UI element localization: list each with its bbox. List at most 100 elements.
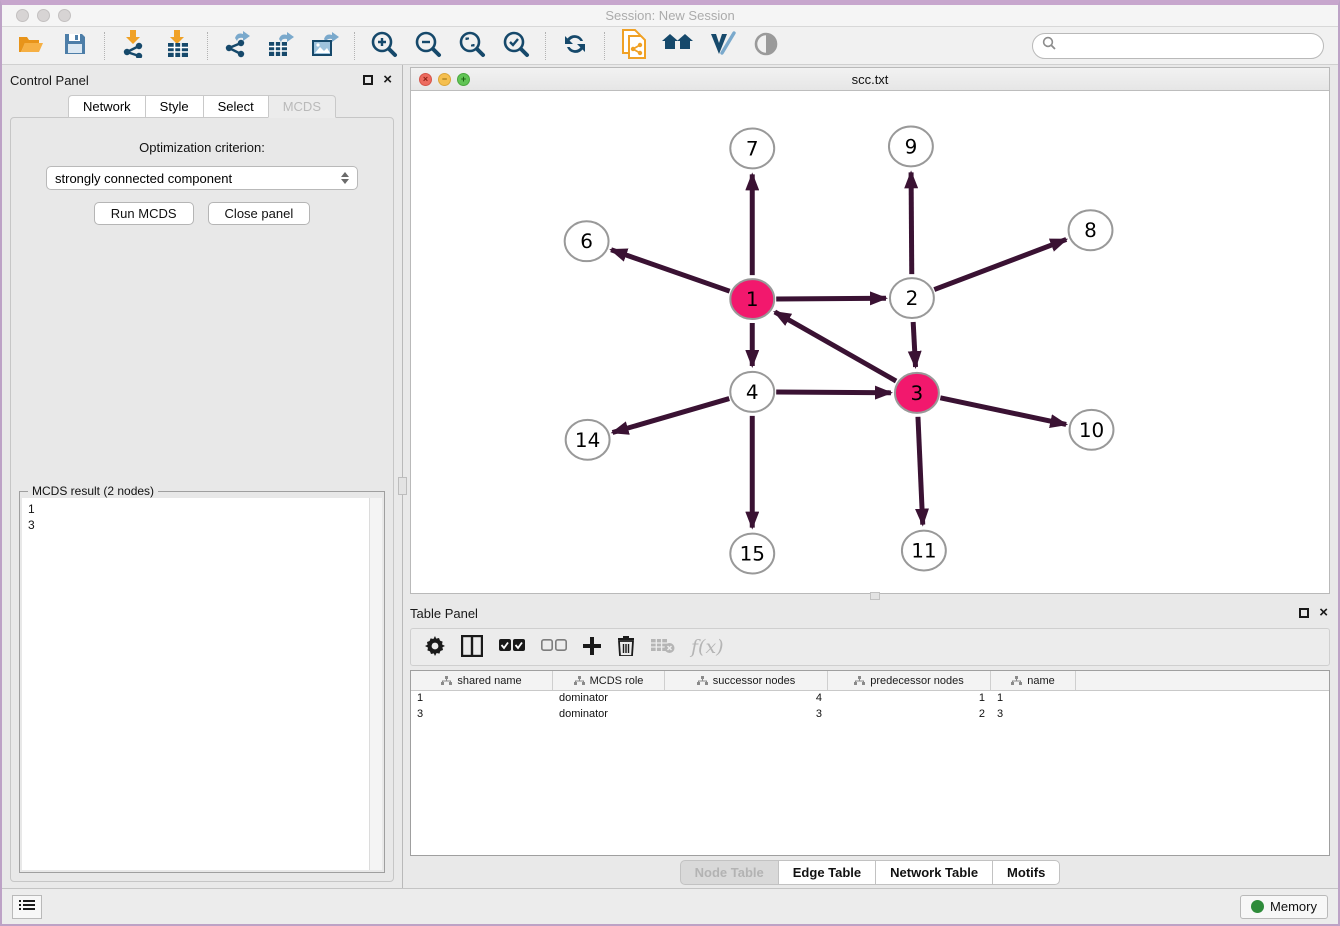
zoom-selected-button[interactable]	[497, 30, 535, 62]
import-table-button[interactable]	[159, 30, 197, 62]
clone-network-button[interactable]	[615, 30, 653, 62]
zoom-out-button[interactable]	[409, 30, 447, 62]
network-title: scc.txt	[411, 72, 1329, 87]
close-panel-icon[interactable]: ×	[383, 75, 392, 85]
export-image-button[interactable]	[306, 30, 344, 62]
tab-motifs[interactable]: Motifs	[992, 860, 1060, 885]
close-table-panel-icon[interactable]: ×	[1319, 608, 1328, 618]
float-panel-icon[interactable]	[363, 75, 373, 85]
table-cell[interactable]: 2	[828, 707, 991, 723]
import-network-button[interactable]	[115, 30, 153, 62]
graph-edge-4-3[interactable]	[776, 392, 891, 393]
search-box[interactable]	[1032, 33, 1324, 59]
toolbar-separator	[354, 32, 355, 60]
search-input[interactable]	[1062, 39, 1314, 53]
save-session-button[interactable]	[56, 30, 94, 62]
column-header-predecessor-nodes[interactable]: predecessor nodes	[828, 671, 991, 690]
graph-edge-1-6[interactable]	[611, 250, 730, 291]
table-cell[interactable]: 4	[665, 691, 828, 707]
graphics-details-button[interactable]	[703, 30, 741, 62]
table-cell[interactable]: dominator	[553, 707, 665, 723]
graph-node-label-9: 9	[905, 134, 918, 158]
mcds-result-list[interactable]: 1 3	[22, 498, 369, 870]
tab-network[interactable]: Network	[68, 95, 145, 118]
add-column-button[interactable]	[583, 637, 601, 658]
graph-edge-2-3[interactable]	[913, 322, 915, 367]
graph-edge-3-10[interactable]	[940, 398, 1066, 425]
columns-icon	[461, 635, 483, 660]
graph-node-label-14: 14	[575, 428, 600, 452]
task-history-button[interactable]	[12, 895, 42, 919]
delete-column-button[interactable]	[617, 636, 635, 659]
mcds-result-group: MCDS result (2 nodes) 1 3	[19, 491, 385, 873]
zoom-selected-icon	[502, 30, 530, 61]
tab-style[interactable]: Style	[145, 95, 203, 118]
function-builder-button[interactable]: f(x)	[691, 636, 724, 658]
import-network-icon	[121, 30, 147, 61]
node-table[interactable]: shared nameMCDS rolesuccessor nodesprede…	[410, 670, 1330, 856]
table-cell[interactable]: 3	[991, 707, 1076, 723]
zoom-fit-button[interactable]	[453, 30, 491, 62]
memory-button[interactable]: Memory	[1240, 895, 1328, 919]
optimization-select[interactable]: strongly connected component	[46, 166, 358, 190]
graph-node-label-10: 10	[1079, 418, 1104, 442]
birds-eye-view-button[interactable]	[747, 30, 785, 62]
float-table-panel-icon[interactable]	[1299, 608, 1309, 618]
delete-table-button[interactable]	[651, 638, 675, 657]
column-header-successor-nodes[interactable]: successor nodes	[665, 671, 828, 690]
tab-select[interactable]: Select	[203, 95, 268, 118]
unselect-all-columns-button[interactable]	[541, 639, 567, 655]
table-cell[interactable]: 1	[828, 691, 991, 707]
first-neighbors-button[interactable]	[659, 30, 697, 62]
houses-icon	[662, 32, 694, 59]
graph-node-label-11: 11	[911, 539, 936, 563]
graph-node-label-8: 8	[1084, 218, 1097, 242]
fx-icon: f(x)	[691, 636, 724, 658]
table-cell[interactable]: 1	[411, 691, 553, 707]
table-tabs: Node TableEdge TableNetwork TableMotifs	[410, 856, 1330, 888]
graph-node-label-2: 2	[906, 286, 919, 310]
table-row[interactable]: 1dominator411	[411, 691, 1329, 707]
table-cell[interactable]: 3	[665, 707, 828, 723]
graph-edge-3-11[interactable]	[918, 417, 923, 525]
close-panel-button[interactable]: Close panel	[208, 202, 311, 225]
zoom-in-button[interactable]	[365, 30, 403, 62]
table-cell[interactable]: 1	[991, 691, 1076, 707]
control-panel-tabs: NetworkStyleSelectMCDS	[10, 95, 394, 118]
refresh-icon	[562, 31, 588, 60]
table-row[interactable]: 3dominator323	[411, 707, 1329, 723]
toolbar-separator	[104, 32, 105, 60]
graph-edge-2-9[interactable]	[911, 172, 912, 274]
table-panel-title: Table Panel	[410, 606, 478, 621]
refresh-button[interactable]	[556, 30, 594, 62]
tab-edge-table[interactable]: Edge Table	[778, 860, 875, 885]
table-settings-button[interactable]	[425, 636, 445, 659]
tab-network-table[interactable]: Network Table	[875, 860, 992, 885]
tab-mcds[interactable]: MCDS	[268, 95, 336, 118]
show-columns-button[interactable]	[461, 635, 483, 660]
export-network-button[interactable]	[218, 30, 256, 62]
horizontal-splitter[interactable]	[410, 594, 1330, 600]
graph-edge-1-2[interactable]	[776, 298, 886, 299]
table-cell[interactable]: dominator	[553, 691, 665, 707]
table-cell[interactable]: 3	[411, 707, 553, 723]
network-canvas[interactable]: 7968124314101511	[411, 91, 1329, 593]
column-header-MCDS-role[interactable]: MCDS role	[553, 671, 665, 690]
horizontal-splitter-handle[interactable]	[870, 592, 880, 600]
checked-boxes-icon	[499, 639, 525, 655]
tab-node-table[interactable]: Node Table	[680, 860, 778, 885]
network-titlebar: × − + scc.txt	[411, 68, 1329, 91]
graph-edge-4-14[interactable]	[613, 399, 730, 433]
column-header-name[interactable]: name	[991, 671, 1076, 690]
run-mcds-button[interactable]: Run MCDS	[94, 202, 194, 225]
column-header-shared-name[interactable]: shared name	[411, 671, 553, 690]
export-table-button[interactable]	[262, 30, 300, 62]
graph-edge-3-1[interactable]	[775, 312, 896, 381]
graph-edge-2-8[interactable]	[934, 239, 1066, 289]
window-title: Session: New Session	[2, 8, 1338, 23]
graph-node-label-6: 6	[580, 229, 593, 253]
result-scrollbar[interactable]	[369, 498, 382, 870]
open-session-button[interactable]	[12, 30, 50, 62]
select-all-columns-button[interactable]	[499, 639, 525, 655]
vertical-splitter-handle[interactable]	[398, 477, 407, 495]
